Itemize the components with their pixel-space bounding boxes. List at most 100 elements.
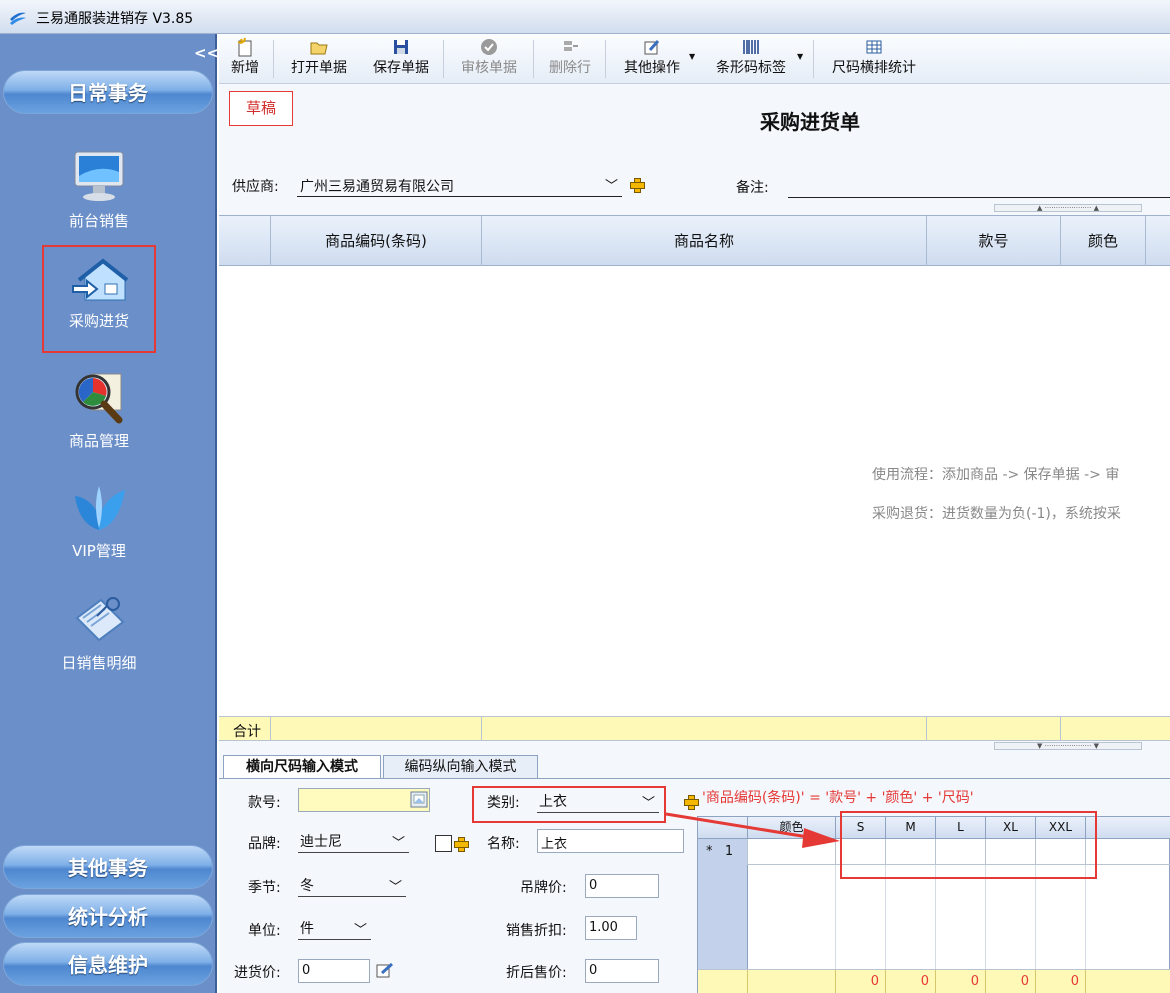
butterfly-icon	[75, 486, 125, 530]
picker-icon[interactable]	[410, 791, 428, 808]
grid-corner	[219, 216, 271, 267]
supplier-label: 供应商:	[232, 179, 279, 195]
new-button[interactable]: 新增	[227, 37, 263, 81]
open-button[interactable]: 打开单据	[287, 37, 351, 81]
column-line	[986, 865, 1036, 969]
season-select[interactable]: 冬 ﹀	[298, 873, 406, 897]
toolbar-separator	[533, 40, 534, 78]
column-header[interactable]: 商品编码(条码)	[271, 216, 482, 267]
column-line	[748, 865, 836, 969]
new-doc-icon	[237, 37, 252, 57]
delete-row-button[interactable]: 删除行	[546, 37, 594, 81]
category-select[interactable]: 上衣 ﹀	[537, 789, 659, 813]
sidebar-item-label: VIP管理	[72, 542, 126, 560]
save-button[interactable]: 保存单据	[369, 37, 433, 81]
section-info-button[interactable]: 信息维护	[3, 942, 213, 986]
column-line	[836, 865, 886, 969]
red-arrow-icon	[665, 812, 840, 848]
chevron-down-icon[interactable]: ▼	[689, 52, 695, 61]
season-label: 季节:	[248, 880, 281, 896]
category-label: 类别:	[487, 795, 520, 811]
column-line	[886, 865, 936, 969]
folder-icon	[310, 42, 328, 55]
column-header[interactable]: 商品名称	[482, 216, 927, 267]
sidebar-item-label: 采购进货	[68, 312, 129, 330]
cost-input[interactable]: 0	[298, 959, 370, 983]
total-cell	[698, 970, 748, 993]
total-cell: 合计	[219, 717, 271, 740]
chevron-down-icon[interactable]: ▼	[797, 52, 803, 61]
remark-input[interactable]	[788, 197, 1170, 198]
size-total-cell: 0	[936, 970, 986, 993]
other-ops-button[interactable]: 其他操作	[619, 37, 685, 81]
discount-input[interactable]: 1.00	[585, 916, 637, 940]
tag-price-input[interactable]: 0	[585, 874, 659, 898]
chevron-down-icon: ﹀	[353, 923, 367, 938]
tab-horizontal-size[interactable]: 横向尺码输入模式	[223, 755, 381, 779]
supplier-value: 广州三易通贸易有限公司	[300, 179, 454, 195]
name-label: 名称:	[487, 836, 520, 852]
sidebar-item-purchase[interactable]: 采购进货	[42, 250, 156, 358]
name-input[interactable]: 上衣	[537, 829, 684, 853]
app-title: 三易通服装进销存 V3.85	[36, 11, 194, 27]
edit-icon[interactable]	[376, 962, 394, 979]
tag-price-label: 吊牌价:	[520, 880, 567, 896]
floppy-icon	[394, 40, 408, 54]
toolbar-separator	[443, 40, 444, 78]
size-total-row: 0 0 0 0 0	[698, 969, 1170, 993]
app-logo-icon	[10, 12, 26, 25]
after-price-input[interactable]: 0	[585, 959, 659, 983]
sizes-highlight	[840, 811, 1097, 879]
discount-label: 销售折扣:	[506, 923, 567, 939]
sidebar-item-daily-sales[interactable]: 日销售明细	[42, 582, 156, 690]
grid-body[interactable]	[219, 266, 1170, 716]
delete-row-icon	[564, 41, 578, 51]
add-supplier-icon[interactable]	[629, 177, 645, 193]
size-stats-button[interactable]: 尺码横排统计	[827, 37, 921, 81]
add-category-icon[interactable]	[683, 794, 700, 810]
sidebar-item-vip[interactable]: VIP管理	[42, 470, 156, 578]
total-cell	[748, 970, 836, 993]
brand-checkbox[interactable]	[435, 835, 452, 852]
after-price-label: 折后售价:	[506, 965, 567, 981]
sidebar-item-label: 日销售明细	[61, 654, 137, 672]
column-header[interactable]: 颜色	[1061, 216, 1146, 267]
toolbar-separator	[273, 40, 274, 78]
chevron-down-icon: ﹀	[391, 836, 405, 851]
grid-total-row: 合计	[219, 716, 1170, 741]
section-other-button[interactable]: 其他事务	[3, 845, 213, 889]
add-brand-icon[interactable]	[453, 836, 469, 852]
sidebar-item-label: 前台销售	[68, 212, 129, 230]
toolbar-separator	[813, 40, 814, 78]
sidebar-item-front-sales[interactable]: 前台销售	[42, 140, 156, 248]
column-line	[936, 865, 986, 969]
column-header[interactable]: 款号	[927, 216, 1061, 267]
supplier-select[interactable]: 广州三易通贸易有限公司 ﹀	[297, 173, 622, 197]
size-total-cell: 0	[1036, 970, 1086, 993]
toolbar: 新增 打开单据 保存单据 审核单据 删除行 其他操作 ▼ 条形码标签 ▼ 尺码横…	[219, 34, 1170, 84]
audit-button[interactable]: 审核单据	[457, 37, 521, 81]
check-circle-icon	[481, 39, 497, 55]
splitter-handle[interactable]: ▲ ····················· ▲	[994, 204, 1142, 212]
sidebar-collapse-button[interactable]: <<	[194, 44, 219, 62]
column-line	[1036, 865, 1086, 969]
brand-select[interactable]: 迪士尼 ﹀	[298, 829, 409, 853]
edit-icon	[644, 40, 660, 55]
magnifier-chart-icon	[75, 373, 123, 424]
unit-select[interactable]: 件 ﹀	[298, 916, 371, 940]
style-no-label: 款号:	[248, 795, 281, 811]
remark-label: 备注:	[736, 180, 769, 196]
unit-label: 单位:	[248, 923, 281, 939]
sidebar-item-products[interactable]: 商品管理	[42, 360, 156, 468]
section-daily-button[interactable]: 日常事务	[3, 70, 213, 114]
section-stats-button[interactable]: 统计分析	[3, 894, 213, 938]
barcode-button[interactable]: 条形码标签	[711, 37, 791, 81]
size-total-cell: 0	[836, 970, 886, 993]
tab-vertical-code[interactable]: 编码纵向输入模式	[383, 755, 538, 779]
usage-hint: 使用流程：添加商品 -> 保存单据 -> 审	[872, 467, 1120, 483]
cost-label: 进货价:	[234, 965, 281, 981]
chevron-down-icon: ﹀	[641, 796, 655, 811]
splitter-handle[interactable]: ▼ ····················· ▼	[994, 742, 1142, 750]
chevron-down-icon: ﹀	[388, 880, 402, 895]
total-cell	[482, 717, 927, 740]
